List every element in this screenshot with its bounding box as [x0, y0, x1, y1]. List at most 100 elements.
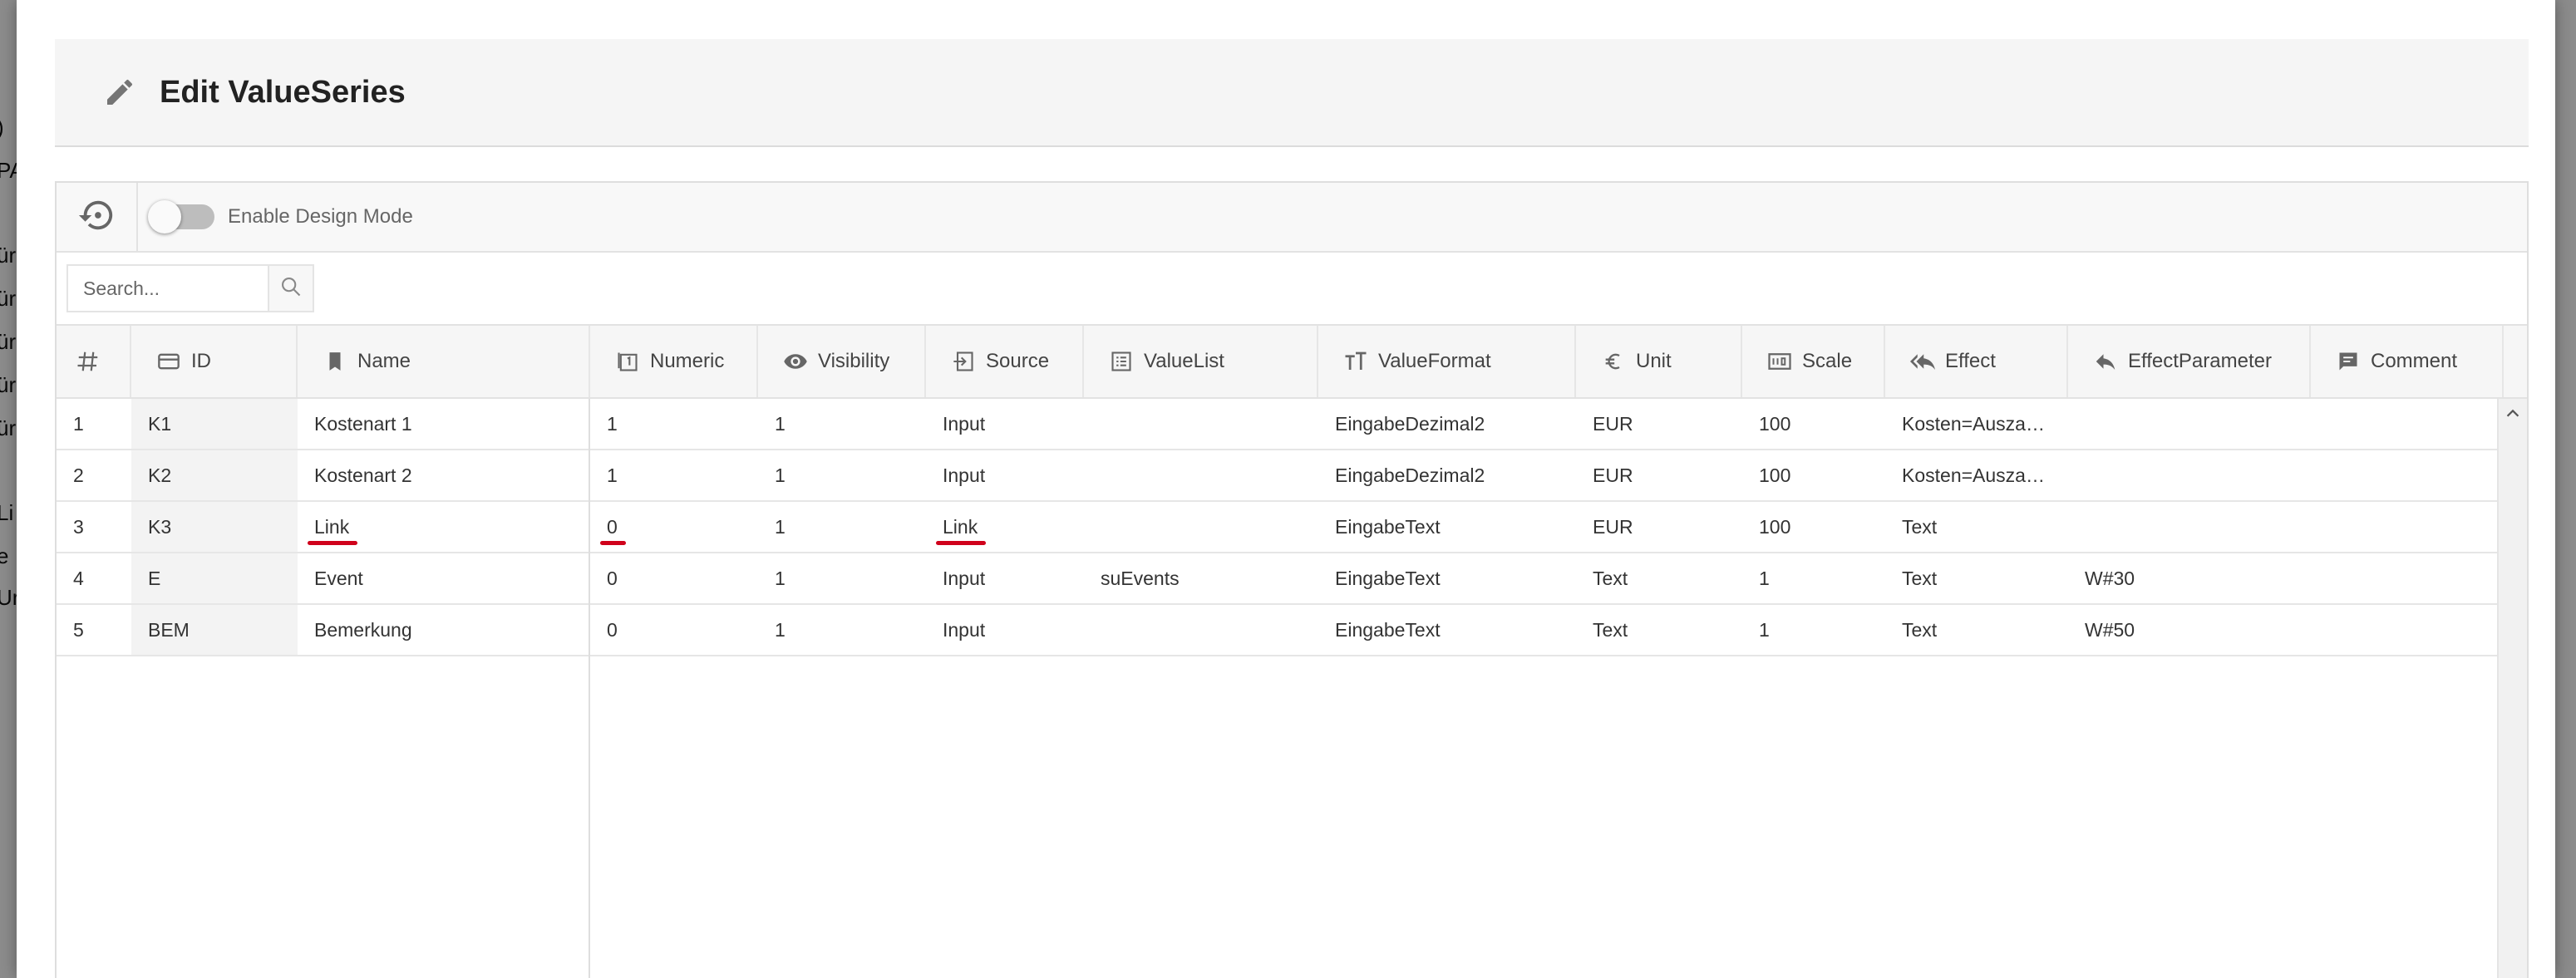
cell-valueformat[interactable]: EingabeText	[1318, 553, 1576, 603]
cell-effect[interactable]: Text	[1885, 605, 2068, 655]
column-header-unit[interactable]: Unit	[1576, 326, 1742, 397]
cell-valueformat[interactable]: EingabeText	[1318, 502, 1576, 552]
cell-source[interactable]: Input	[926, 553, 1084, 603]
cell-value: Kosten=Ausza…	[1902, 464, 2045, 486]
column-header-label: Numeric	[650, 350, 725, 372]
cell-comment[interactable]	[2311, 450, 2497, 500]
cell-source[interactable]: Input	[926, 605, 1084, 655]
column-header-valueformat[interactable]: ValueFormat	[1318, 326, 1576, 397]
cell-effectparameter[interactable]	[2068, 450, 2311, 500]
table-row[interactable]: 1 K1 Kostenart 1 1 1 Input EingabeDezimal2 EUR 1…	[57, 399, 2497, 450]
cell-scale[interactable]: 1	[1742, 553, 1885, 603]
cell-num[interactable]: 3	[57, 502, 131, 552]
cell-visibility[interactable]: 1	[758, 553, 926, 603]
cell-value: 4	[73, 567, 84, 589]
cell-num[interactable]: 1	[57, 399, 131, 449]
cell-scale[interactable]: 1	[1742, 605, 1885, 655]
cell-visibility[interactable]: 1	[758, 502, 926, 552]
column-header-scale[interactable]: Scale	[1742, 326, 1885, 397]
cell-visibility[interactable]: 1	[758, 450, 926, 500]
column-header-visibility[interactable]: Visibility	[758, 326, 926, 397]
column-header-numeric[interactable]: Numeric	[590, 326, 758, 397]
cell-comment[interactable]	[2311, 605, 2497, 655]
cell-name[interactable]: Event	[298, 553, 589, 603]
cell-numeric[interactable]: 0	[590, 502, 758, 552]
cell-effect[interactable]: Text	[1885, 553, 2068, 603]
cell-name[interactable]: Link	[298, 502, 589, 552]
cell-effect[interactable]: Kosten=Ausza…	[1885, 399, 2068, 449]
cell-value: Event	[314, 567, 363, 589]
cell-value: Input	[943, 618, 986, 641]
table-row[interactable]: 2 K2 Kostenart 2 1 1 Input EingabeDezimal2 EUR 1…	[57, 450, 2497, 502]
search-box	[66, 264, 314, 312]
cell-unit[interactable]: Text	[1576, 553, 1742, 603]
cell-comment[interactable]	[2311, 502, 2497, 552]
cell-effect[interactable]: Text	[1885, 502, 2068, 552]
cell-num[interactable]: 2	[57, 450, 131, 500]
cell-valuelist[interactable]: suEvents	[1084, 553, 1318, 603]
column-header-valuelist[interactable]: ValueList	[1084, 326, 1318, 397]
column-header-name[interactable]: Name	[298, 326, 590, 397]
column-header-comment[interactable]: Comment	[2311, 326, 2504, 397]
grid-panel: Enable Design Mode Search... ID Name Num…	[55, 181, 2529, 978]
cell-effectparameter[interactable]	[2068, 399, 2311, 449]
scroll-up-button[interactable]	[2499, 399, 2527, 432]
cell-scale[interactable]: 100	[1742, 450, 1885, 500]
cell-valueformat[interactable]: EingabeText	[1318, 605, 1576, 655]
cell-unit[interactable]: EUR	[1576, 399, 1742, 449]
cell-effectparameter[interactable]: W#30	[2068, 553, 2311, 603]
cell-source[interactable]: Input	[926, 399, 1084, 449]
cell-unit[interactable]: EUR	[1576, 450, 1742, 500]
cell-scale[interactable]: 100	[1742, 502, 1885, 552]
cell-id[interactable]: K1	[131, 399, 298, 449]
cell-id[interactable]: K2	[131, 450, 298, 500]
cell-numeric[interactable]: 1	[590, 399, 758, 449]
column-header-label: Scale	[1802, 350, 1853, 372]
cell-comment[interactable]	[2311, 399, 2497, 449]
cell-effect[interactable]: Kosten=Ausza…	[1885, 450, 2068, 500]
column-header-id[interactable]: ID	[131, 326, 298, 397]
table-row[interactable]: 3 K3 Link 0 1 Link EingabeText EUR 100 Text	[57, 502, 2497, 553]
cell-effectparameter[interactable]: W#50	[2068, 605, 2311, 655]
cell-comment[interactable]	[2311, 553, 2497, 603]
column-header-effectparameter[interactable]: EffectParameter	[2068, 326, 2311, 397]
table-row[interactable]: 5 BEM Bemerkung 0 1 Input EingabeText Text 1 Text…	[57, 605, 2497, 656]
cell-source[interactable]: Input	[926, 450, 1084, 500]
cell-id[interactable]: K3	[131, 502, 298, 552]
search-button[interactable]	[268, 266, 313, 311]
cell-name[interactable]: Kostenart 2	[298, 450, 589, 500]
cell-valuelist[interactable]	[1084, 399, 1318, 449]
cell-num[interactable]: 5	[57, 605, 131, 655]
column-header-effect[interactable]: Effect	[1885, 326, 2068, 397]
dialog-title: Edit ValueSeries	[160, 74, 406, 110]
cell-valuelist[interactable]	[1084, 450, 1318, 500]
cell-value: Kosten=Ausza…	[1902, 412, 2045, 435]
cell-numeric[interactable]: 1	[590, 450, 758, 500]
cell-name[interactable]: Bemerkung	[298, 605, 589, 655]
cell-id[interactable]: BEM	[131, 605, 298, 655]
vertical-scrollbar[interactable]	[2497, 399, 2527, 978]
cell-visibility[interactable]: 1	[758, 399, 926, 449]
cell-numeric[interactable]: 0	[590, 605, 758, 655]
cell-valueformat[interactable]: EingabeDezimal2	[1318, 450, 1576, 500]
search-input[interactable]	[68, 266, 268, 311]
column-header-source[interactable]: Source	[926, 326, 1084, 397]
design-mode-toggle[interactable]	[148, 200, 214, 233]
cell-value: Text	[1902, 515, 1938, 538]
cell-scale[interactable]: 100	[1742, 399, 1885, 449]
cell-valuelist[interactable]	[1084, 502, 1318, 552]
cell-visibility[interactable]: 1	[758, 605, 926, 655]
column-header-num[interactable]	[57, 326, 131, 397]
cell-valuelist[interactable]	[1084, 605, 1318, 655]
cell-unit[interactable]: Text	[1576, 605, 1742, 655]
cell-numeric[interactable]: 0	[590, 553, 758, 603]
cell-unit[interactable]: EUR	[1576, 502, 1742, 552]
cell-effectparameter[interactable]	[2068, 502, 2311, 552]
cell-id[interactable]: E	[131, 553, 298, 603]
cell-name[interactable]: Kostenart 1	[298, 399, 589, 449]
cell-valueformat[interactable]: EingabeDezimal2	[1318, 399, 1576, 449]
reset-layout-button[interactable]	[57, 183, 138, 251]
table-row[interactable]: 4 E Event 0 1 Input suEvents EingabeText Text 1 Te…	[57, 553, 2497, 605]
cell-num[interactable]: 4	[57, 553, 131, 603]
cell-source[interactable]: Link	[926, 502, 1084, 552]
